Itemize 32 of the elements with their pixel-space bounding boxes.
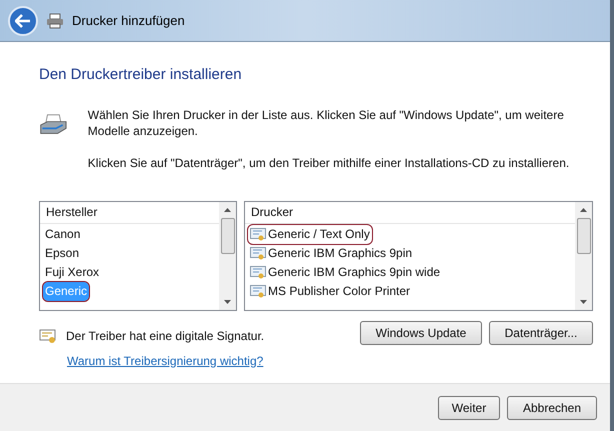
certificate-icon [250,284,266,298]
certificate-icon [250,265,266,279]
certificate-icon [250,227,266,241]
instruction-text: Wählen Sie Ihren Drucker in der Liste aus. Klicken Sie auf "Windows Update", um weitere Modelle anzuzeigen. [88,106,565,138]
list-item[interactable]: Generic IBM Graphics 9pin [248,244,414,262]
list-item[interactable]: Generic / Text Only [248,224,372,244]
signing-info-link[interactable]: Warum ist Treibersignierung wichtig? [67,352,264,370]
scrollbar[interactable] [575,202,592,310]
list-item[interactable]: Epson [43,244,82,262]
scroll-up-icon[interactable] [224,208,231,212]
certificate-icon [39,328,57,344]
certificate-icon [250,246,266,260]
list-item[interactable]: Generic IBM Graphics 9pin wide [248,262,442,282]
scroll-down-icon[interactable] [580,300,587,304]
list-item[interactable]: Canon [43,224,82,244]
scroll-up-icon[interactable] [580,208,587,212]
dialog-button[interactable]: Weiter [438,396,500,420]
list-item[interactable]: MS Publisher Color Printer [248,282,412,300]
scrollbar[interactable] [219,202,236,310]
column-header[interactable]: Drucker [245,202,575,224]
back-arrow-icon [15,14,31,28]
list-item[interactable]: Fuji Xerox [43,262,102,282]
back-button[interactable] [8,6,38,36]
instruction-text: Klicken Sie auf "Datenträger", um den Treiber mithilfe einer Installations-CD zu installieren. [88,154,570,170]
page-heading: Den Druckertreiber installieren [39,65,243,85]
dialog-button[interactable]: Abbrechen [507,396,597,420]
printer-icon [46,12,64,28]
scroll-down-icon[interactable] [224,300,231,304]
signature-status: Der Treiber hat eine digitale Signatur. [66,328,264,344]
window-title: Drucker hinzufügen [72,12,185,30]
dialog-button[interactable]: Windows Update [360,320,482,344]
dialog-button[interactable]: Datenträger... [489,320,593,344]
